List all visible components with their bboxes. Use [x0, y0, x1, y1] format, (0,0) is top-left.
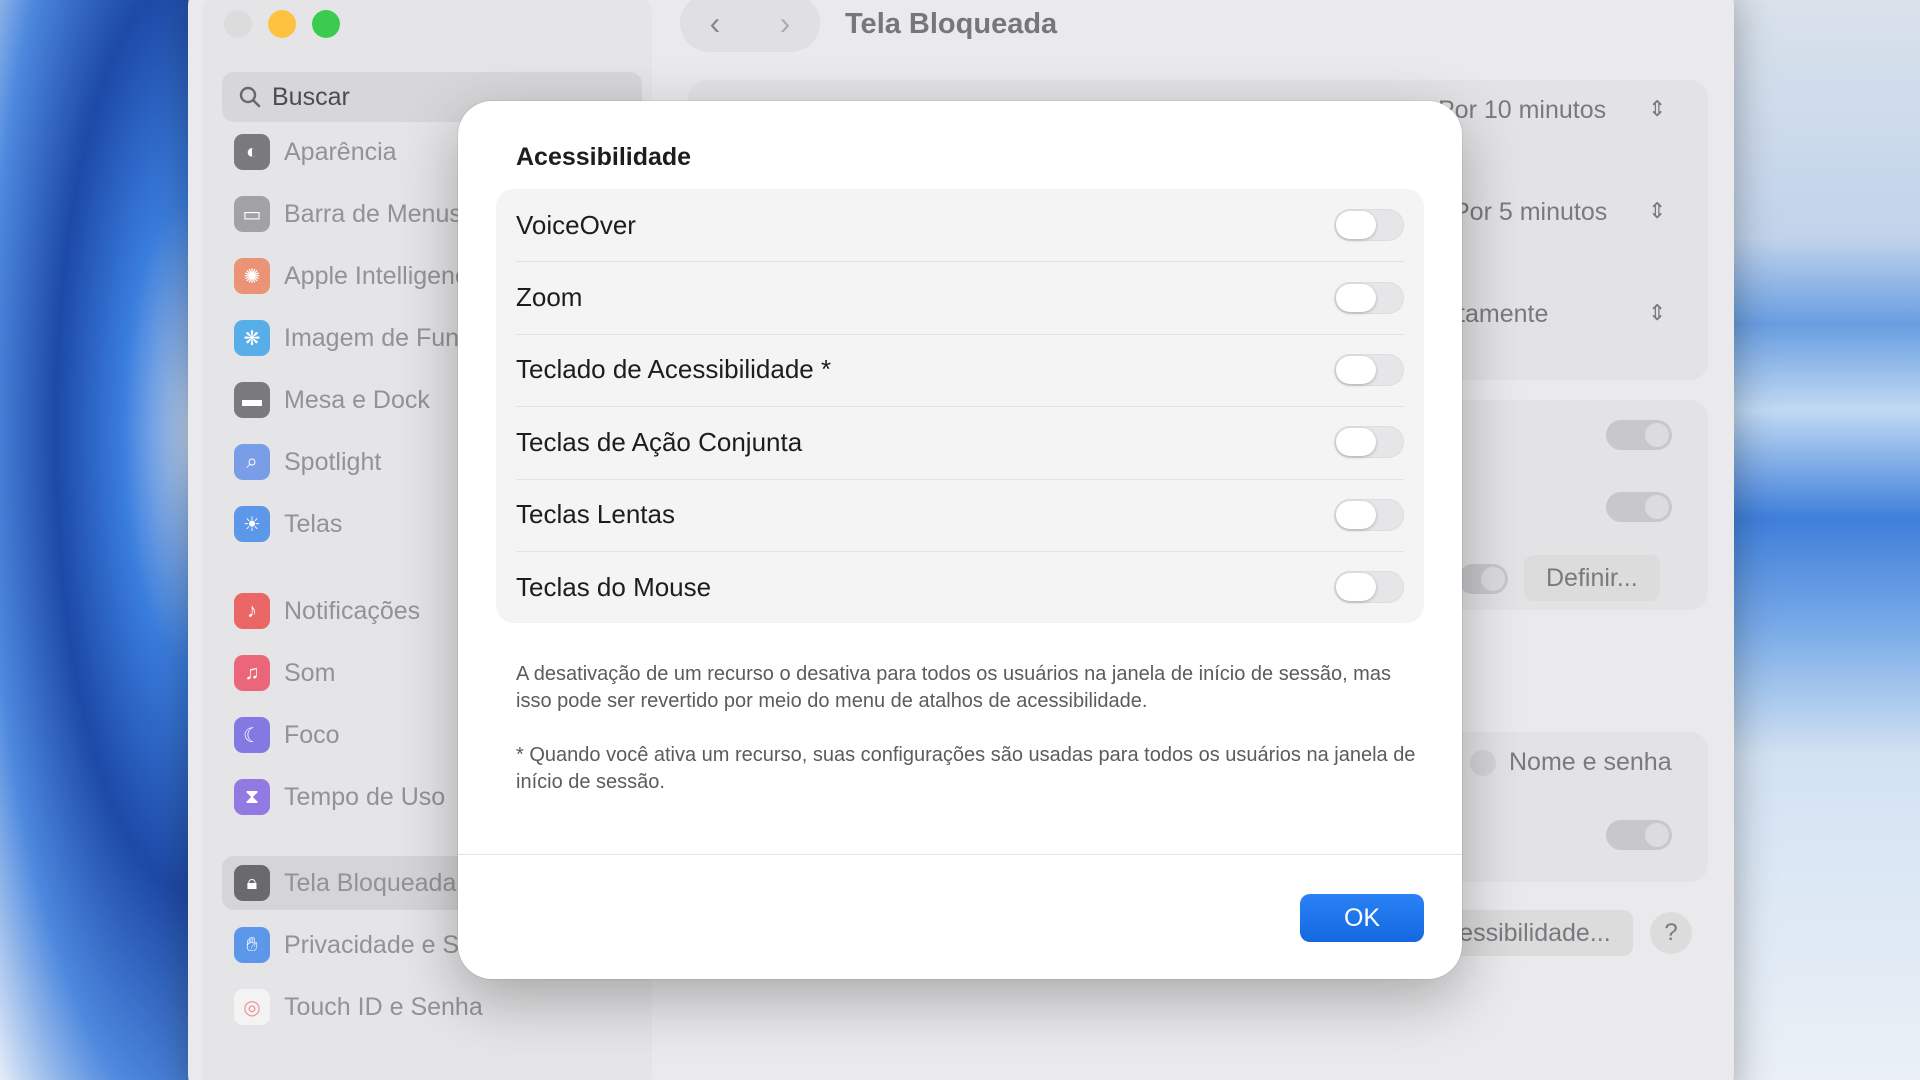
option-label: Teclas de Ação Conjunta	[516, 426, 803, 457]
dialog-note-2: * Quando você ativa um recurso, suas con…	[516, 744, 1416, 793]
voiceover-toggle[interactable]	[1334, 209, 1404, 242]
dialog-note-1: A desativação de um recurso o desativa p…	[516, 663, 1391, 712]
option-row-zoom: Zoom	[496, 261, 1424, 333]
sticky-keys-toggle[interactable]	[1334, 426, 1404, 459]
option-row-slow-keys: Teclas Lentas	[496, 478, 1424, 551]
dialog-divider	[458, 854, 1462, 855]
option-row-accessibility-keyboard: Teclado de Acessibilidade *	[496, 333, 1424, 406]
option-label: Teclas Lentas	[516, 499, 675, 530]
option-label: VoiceOver	[516, 209, 636, 240]
option-row-sticky-keys: Teclas de Ação Conjunta	[496, 406, 1424, 478]
option-label: Teclado de Acessibilidade *	[516, 354, 832, 385]
slow-keys-toggle[interactable]	[1334, 498, 1404, 531]
option-label: Zoom	[516, 282, 583, 313]
accessibility-dialog: Acessibilidade VoiceOver Zoom Teclado de…	[458, 101, 1462, 979]
accessibility-options-list: VoiceOver Zoom Teclado de Acessibilidade…	[496, 189, 1424, 623]
option-row-mouse-keys: Teclas do Mouse	[496, 550, 1424, 623]
zoom-toggle[interactable]	[1334, 281, 1404, 314]
dialog-title: Acessibilidade	[516, 143, 692, 171]
mouse-keys-toggle[interactable]	[1334, 571, 1404, 604]
ok-button[interactable]: OK	[1300, 894, 1424, 942]
accessibility-keyboard-toggle[interactable]	[1334, 353, 1404, 386]
option-label: Teclas do Mouse	[516, 571, 712, 602]
option-row-voiceover: VoiceOver	[496, 189, 1424, 261]
